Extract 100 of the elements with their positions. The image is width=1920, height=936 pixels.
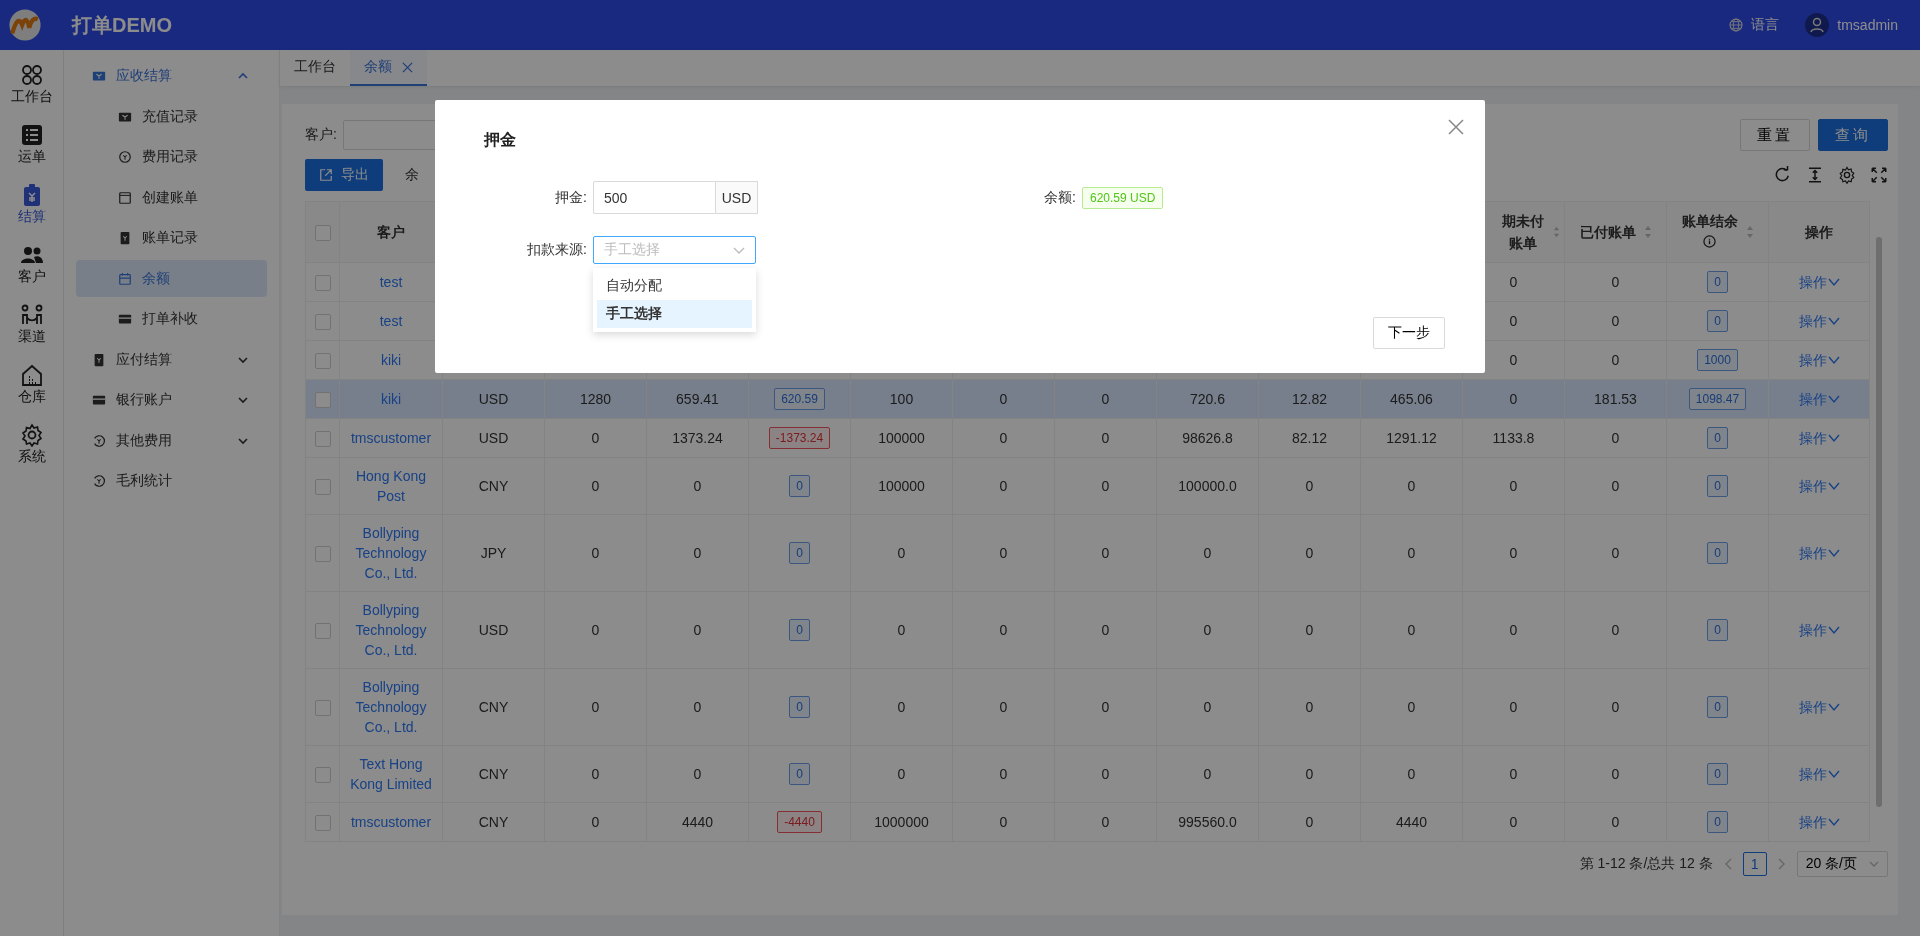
menu-item[interactable]: 充值记录: [76, 98, 267, 135]
nav-item[interactable]: 运单: [0, 114, 63, 174]
checkbox[interactable]: [314, 275, 331, 292]
table-cell: 100000.0: [1156, 457, 1259, 515]
checkbox[interactable]: [314, 815, 331, 832]
nav-item[interactable]: 仓库: [0, 354, 63, 414]
table-cell: 0: [850, 514, 953, 592]
table-cell: 0: [1258, 802, 1361, 842]
table-cell: 0: [1564, 262, 1667, 302]
query-button[interactable]: 查询: [1818, 119, 1888, 151]
chevron-down-icon: [1869, 859, 1879, 869]
info-icon: [1703, 235, 1716, 248]
tab[interactable]: 工作台: [280, 50, 350, 86]
checkbox[interactable]: [314, 479, 331, 496]
chevron-down-icon: [1827, 624, 1840, 636]
table-cell: 0: [1054, 802, 1157, 842]
column-header: 操作: [1805, 223, 1833, 242]
menu-group[interactable]: 应付结算: [76, 341, 267, 378]
table-cell: 100: [850, 379, 953, 419]
table-cell: 0: [1258, 745, 1361, 803]
amount-tag: 0: [1707, 271, 1728, 293]
nav-item[interactable]: 渠道: [0, 294, 63, 354]
table-cell: 0: [1054, 379, 1157, 419]
action-link[interactable]: 操作: [1798, 543, 1840, 563]
menu-group[interactable]: 银行账户: [76, 381, 267, 419]
action-link[interactable]: 操作: [1798, 476, 1840, 496]
fullscreen-icon: [1870, 166, 1888, 184]
menu-item[interactable]: 余额: [76, 260, 267, 297]
page-size-select[interactable]: 20 条/页: [1796, 851, 1888, 877]
menu-item[interactable]: 打单补收: [76, 300, 267, 338]
column-header: 期未付账单: [1501, 212, 1545, 253]
chevron-right-icon: [1776, 858, 1787, 870]
tab[interactable]: 余额: [350, 50, 427, 86]
table-cell: 0: [1360, 745, 1463, 803]
dropdown-option[interactable]: 自动分配: [597, 272, 752, 300]
table-cell: 4440: [646, 802, 749, 842]
coin-icon: [92, 474, 106, 488]
checkbox[interactable]: [314, 224, 331, 241]
menu-group[interactable]: 应收结算: [76, 57, 267, 95]
nav-item[interactable]: 客户: [0, 234, 63, 294]
menu-item[interactable]: 创建账单: [76, 179, 267, 216]
table-cell: 0: [1258, 457, 1361, 515]
nav-item[interactable]: 系统: [0, 414, 63, 474]
table-cell: 0: [1360, 668, 1463, 746]
table-cell: 0: [1054, 668, 1157, 746]
table-cell: 4440: [1360, 802, 1463, 842]
source-select[interactable]: 手工选择: [593, 236, 756, 264]
close-button[interactable]: [1447, 118, 1465, 136]
menu-item[interactable]: 账单记录: [76, 219, 267, 257]
table-cell: 0: [1462, 379, 1565, 419]
chevron-down-icon: [1827, 816, 1840, 828]
export-button[interactable]: 导出: [305, 159, 383, 191]
checkbox[interactable]: [314, 623, 331, 640]
table-cell: 0: [952, 457, 1055, 515]
select-placeholder: 手工选择: [604, 241, 660, 259]
column-header: 客户: [377, 223, 405, 242]
menu-group[interactable]: 毛利统计: [76, 462, 267, 500]
nav-item[interactable]: 工作台: [0, 54, 63, 114]
table-cell: 0: [1564, 745, 1667, 803]
table-cell: 0: [1258, 591, 1361, 669]
action-link[interactable]: 操作: [1798, 697, 1840, 717]
dropdown-option[interactable]: 手工选择: [597, 300, 752, 328]
table-cell: 0: [1564, 301, 1667, 341]
amount-tag: 0: [789, 619, 810, 641]
action-link[interactable]: 操作: [1798, 620, 1840, 640]
chevron-down-icon: [1827, 393, 1840, 405]
checkbox[interactable]: [314, 392, 331, 409]
checkbox[interactable]: [314, 431, 331, 448]
table-cell: 0: [1462, 745, 1565, 803]
checkbox[interactable]: [314, 700, 331, 717]
table-cell: USD: [442, 418, 545, 458]
table-cell: 1373.24: [646, 418, 749, 458]
checkbox[interactable]: [314, 353, 331, 370]
next-button[interactable]: 下一步: [1373, 317, 1445, 349]
checkbox[interactable]: [314, 314, 331, 331]
table-cell: 82.12: [1258, 418, 1361, 458]
card-icon: [92, 393, 106, 407]
user-menu[interactable]: tmsadmin: [1805, 13, 1898, 37]
table-cell: 0: [1360, 514, 1463, 592]
list-icon: [19, 122, 44, 147]
pagination-summary: 第 1-12 条/总共 12 条: [1579, 855, 1713, 873]
menu-group[interactable]: 其他费用: [76, 422, 267, 459]
card-icon: [118, 312, 132, 326]
table-cell: CNY: [442, 457, 545, 515]
page-button[interactable]: 1: [1742, 852, 1767, 876]
table-cell: 0: [1156, 745, 1259, 803]
table-cell: 0: [544, 802, 647, 842]
checkbox[interactable]: [314, 767, 331, 784]
action-link[interactable]: 操作: [1798, 764, 1840, 784]
checkbox[interactable]: [314, 546, 331, 563]
summary-text: 余: [405, 166, 419, 184]
nav-item[interactable]: 结算: [0, 174, 63, 234]
scrollbar[interactable]: [1876, 237, 1882, 807]
table-cell: 0: [544, 591, 647, 669]
deposit-field[interactable]: 500: [593, 181, 716, 214]
reset-button[interactable]: 重置: [1740, 119, 1810, 151]
chevron-down-icon: [1827, 315, 1840, 327]
table-cell: 0: [1564, 340, 1667, 380]
language-button[interactable]: 语言: [1728, 13, 1780, 37]
menu-item[interactable]: 费用记录: [76, 138, 267, 176]
